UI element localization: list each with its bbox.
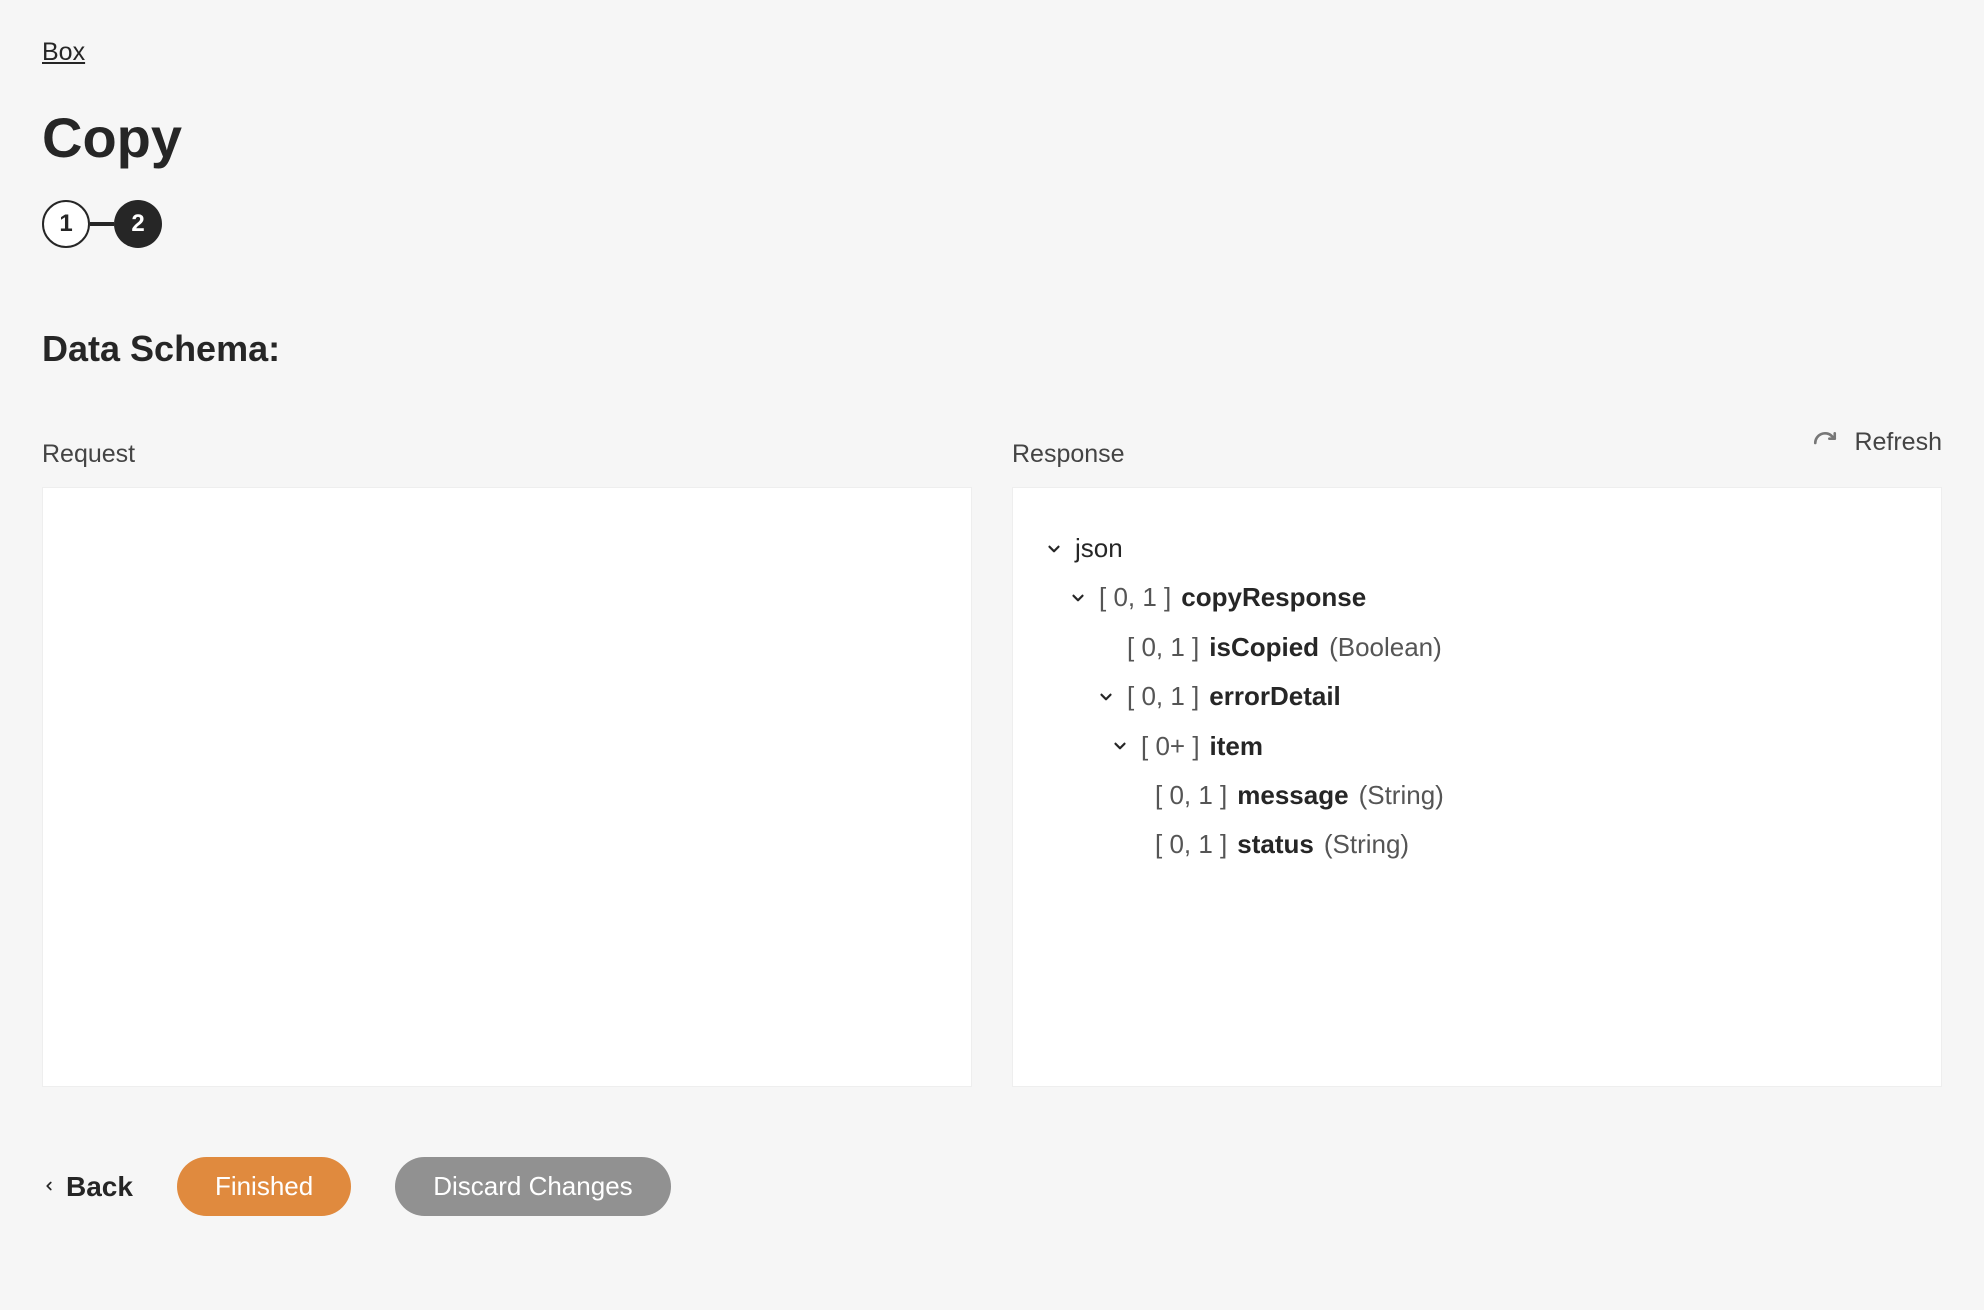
tree-node-label: item xyxy=(1210,722,1263,771)
chevron-down-icon xyxy=(1095,686,1117,708)
chevron-down-icon xyxy=(1043,538,1065,560)
tree-node-label: copyResponse xyxy=(1181,573,1366,622)
back-label: Back xyxy=(66,1171,133,1203)
step-connector xyxy=(90,222,114,226)
tree-node-type: (String) xyxy=(1324,820,1409,869)
refresh-button[interactable]: Refresh xyxy=(1812,428,1942,457)
tree-node-cardinality: [ 0+ ] xyxy=(1141,722,1200,771)
tree-node-cardinality: [ 0, 1 ] xyxy=(1127,672,1199,721)
tree-node-label: status xyxy=(1237,820,1314,869)
refresh-icon xyxy=(1812,430,1838,456)
tree-node-type: (String) xyxy=(1359,771,1444,820)
request-label: Request xyxy=(42,440,972,469)
tree-node-item[interactable]: [ 0+ ] item xyxy=(1043,722,1911,771)
chevron-down-icon xyxy=(1067,587,1089,609)
discard-changes-button[interactable]: Discard Changes xyxy=(395,1157,670,1216)
response-panel: json [ 0, 1 ] copyResponse [ 0, 1 ] isCo… xyxy=(1012,487,1942,1087)
tree-node-cardinality: [ 0, 1 ] xyxy=(1127,623,1199,672)
tree-node-iscopied[interactable]: [ 0, 1 ] isCopied (Boolean) xyxy=(1043,623,1911,672)
back-button[interactable]: Back xyxy=(42,1171,133,1203)
tree-node-json[interactable]: json xyxy=(1043,524,1911,573)
chevron-down-icon xyxy=(1109,735,1131,757)
stepper: 1 2 xyxy=(42,200,1942,248)
response-label: Response xyxy=(1012,440,1942,469)
tree-node-cardinality: [ 0, 1 ] xyxy=(1155,771,1227,820)
tree-node-status[interactable]: [ 0, 1 ] status (String) xyxy=(1043,820,1911,869)
step-2[interactable]: 2 xyxy=(114,200,162,248)
tree-node-cardinality: [ 0, 1 ] xyxy=(1155,820,1227,869)
tree-node-type: (Boolean) xyxy=(1329,623,1442,672)
response-tree: json [ 0, 1 ] copyResponse [ 0, 1 ] isCo… xyxy=(1043,524,1911,870)
step-1[interactable]: 1 xyxy=(42,200,90,248)
tree-node-message[interactable]: [ 0, 1 ] message (String) xyxy=(1043,771,1911,820)
request-panel xyxy=(42,487,972,1087)
tree-node-label: isCopied xyxy=(1209,623,1319,672)
tree-node-label: json xyxy=(1075,524,1123,573)
tree-node-errordetail[interactable]: [ 0, 1 ] errorDetail xyxy=(1043,672,1911,721)
tree-node-label: errorDetail xyxy=(1209,672,1341,721)
footer-actions: Back Finished Discard Changes xyxy=(42,1157,1942,1216)
finished-button[interactable]: Finished xyxy=(177,1157,351,1216)
section-title: Data Schema: xyxy=(42,328,1942,370)
refresh-label: Refresh xyxy=(1854,428,1942,457)
tree-node-copyresponse[interactable]: [ 0, 1 ] copyResponse xyxy=(1043,573,1911,622)
tree-node-label: message xyxy=(1237,771,1348,820)
breadcrumb-root-link[interactable]: Box xyxy=(42,38,85,66)
page-title: Copy xyxy=(42,105,1942,170)
tree-node-cardinality: [ 0, 1 ] xyxy=(1099,573,1171,622)
chevron-left-icon xyxy=(42,1171,56,1203)
breadcrumb: Box xyxy=(42,38,1942,67)
